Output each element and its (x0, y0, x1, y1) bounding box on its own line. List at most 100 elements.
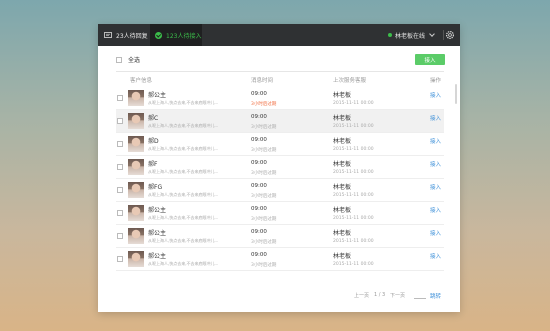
avatar (128, 136, 144, 152)
next-page-link[interactable]: 下一页 (390, 292, 405, 299)
message-time: 09:00 (251, 160, 267, 166)
avatar (128, 113, 144, 129)
avatar (128, 90, 144, 106)
message-time: 09:00 (251, 183, 267, 189)
last-agent-name: 林老板 (333, 184, 352, 191)
customer-name: 郝公主 (148, 92, 167, 99)
accept-link[interactable]: 接入 (430, 91, 441, 99)
customer-name: 郝F (148, 161, 158, 168)
last-agent-time: 2015-11-11 00:00 (333, 239, 374, 244)
expire-notice: 3小时后过期 (251, 263, 277, 268)
chevron-down-icon (429, 31, 435, 37)
table-row[interactable]: 郝C 从呢上海人,快点去来,不去来底眼冲儿... 09:00 3小时后过期 林老… (116, 110, 444, 133)
customer-name: 郝公主 (148, 207, 167, 214)
expire-notice: 3小时后过期 (251, 217, 277, 222)
last-agent-name: 林老板 (333, 207, 352, 214)
scrollbar[interactable] (455, 84, 457, 104)
expire-notice: 3小时后过期 (251, 194, 277, 199)
top-bar: 23人待回复 123人待接入 林老板在线 (98, 24, 460, 46)
message-time: 09:00 (251, 229, 267, 235)
tab-access-label: 123人待接入 (166, 32, 202, 40)
last-agent-time: 2015-11-11 00:00 (333, 101, 374, 106)
row-checkbox[interactable] (117, 233, 123, 239)
table-row[interactable]: 郝D 从呢上海人,快点去来,不去来底眼冲儿... 09:00 3小时后过期 林老… (116, 133, 444, 156)
row-checkbox[interactable] (117, 118, 123, 124)
jump-button[interactable]: 跳转 (430, 292, 441, 300)
agent-status-dropdown[interactable]: 林老板在线 (387, 24, 435, 46)
customer-message: 从呢上海人,快点去来,不去来底眼冲儿... (148, 238, 219, 243)
last-agent-name: 林老板 (333, 115, 352, 122)
agent-status-label: 林老板在线 (394, 32, 425, 40)
accept-link[interactable]: 接入 (430, 137, 441, 145)
expire-notice: 3小时后过期 (251, 102, 277, 107)
expire-notice: 3小时后过期 (251, 125, 277, 130)
last-agent-time: 2015-11-11 00:00 (333, 262, 374, 267)
online-dot-icon (387, 33, 392, 37)
message-time: 09:00 (251, 91, 267, 97)
accept-link[interactable]: 接入 (430, 183, 441, 191)
table-row[interactable]: 郝公主 从呢上海人,快点去来,不去来底眼冲儿... 09:00 3小时后过期 林… (116, 248, 444, 271)
select-all-label: 全选 (128, 57, 141, 64)
expire-notice: 3小时后过期 (251, 171, 277, 176)
select-all-checkbox[interactable] (116, 56, 122, 63)
row-checkbox[interactable] (117, 256, 123, 262)
message-time: 09:00 (251, 206, 267, 212)
customer-message: 从呢上海人,快点去来,不去来底眼冲儿... (148, 123, 219, 128)
avatar (128, 251, 144, 267)
last-agent-name: 林老板 (333, 92, 352, 99)
avatar (128, 228, 144, 244)
page-jump-input[interactable] (414, 298, 426, 299)
chat-icon (104, 31, 112, 38)
customer-name: 郝D (148, 138, 159, 145)
row-checkbox[interactable] (117, 210, 123, 216)
last-agent-time: 2015-11-11 00:00 (333, 147, 374, 152)
tab-waiting-reply[interactable]: 23人待回复 (104, 24, 148, 46)
last-agent-name: 林老板 (333, 230, 352, 237)
header-customer-info: 客户信息 (130, 78, 153, 84)
divider (443, 30, 444, 40)
table-row[interactable]: 郝公主 从呢上海人,快点去来,不去来底眼冲儿... 09:00 3小时后过期 林… (116, 202, 444, 225)
message-time: 09:00 (251, 252, 267, 258)
message-time: 09:00 (251, 114, 267, 120)
header-action: 操作 (430, 78, 442, 84)
accept-link[interactable]: 接入 (430, 114, 441, 122)
row-checkbox[interactable] (117, 164, 123, 170)
row-checkbox[interactable] (117, 141, 123, 147)
customer-name: 郝公主 (148, 230, 167, 237)
table-row[interactable]: 郝公主 从呢上海人,快点去来,不去来底眼冲儿... 09:00 3小时后过期 林… (116, 87, 444, 110)
accept-link[interactable]: 接入 (430, 206, 441, 214)
table-row[interactable]: 郝FG 从呢上海人,快点去来,不去来底眼冲儿... 09:00 3小时后过期 林… (116, 179, 444, 202)
last-agent-time: 2015-11-11 00:00 (333, 216, 374, 221)
accept-link[interactable]: 接入 (430, 229, 441, 237)
table-row[interactable]: 郝F 从呢上海人,快点去来,不去来底眼冲儿... 09:00 3小时后过期 林老… (116, 156, 444, 179)
accept-link[interactable]: 接入 (430, 252, 441, 260)
page-indicator: 1 / 3 (374, 292, 386, 298)
last-agent-name: 林老板 (333, 253, 352, 260)
check-circle-icon (155, 31, 162, 39)
queue-panel: 23人待回复 123人待接入 林老板在线 全选 接入 客户信息 消息时间 上次服… (98, 24, 460, 312)
customer-name: 郝FG (148, 184, 163, 191)
customer-message: 从呢上海人,快点去来,不去来底眼冲儿... (148, 261, 219, 266)
customer-message: 从呢上海人,快点去来,不去来底眼冲儿... (148, 100, 219, 105)
expire-notice: 3小时后过期 (251, 240, 277, 245)
row-checkbox[interactable] (117, 95, 123, 101)
customer-message: 从呢上海人,快点去来,不去来底眼冲儿... (148, 146, 219, 151)
message-time: 09:00 (251, 137, 267, 143)
select-all[interactable]: 全选 (116, 55, 140, 64)
last-agent-time: 2015-11-11 00:00 (333, 124, 374, 129)
tab-waiting-access[interactable]: 123人待接入 (150, 24, 202, 46)
row-checkbox[interactable] (117, 187, 123, 193)
table-row[interactable]: 郝公主 从呢上海人,快点去来,不去来底眼冲儿... 09:00 3小时后过期 林… (116, 225, 444, 248)
accept-all-button[interactable]: 接入 (415, 54, 445, 65)
last-agent-name: 林老板 (333, 138, 352, 145)
customer-message: 从呢上海人,快点去来,不去来底眼冲儿... (148, 215, 219, 220)
last-agent-time: 2015-11-11 00:00 (333, 170, 374, 175)
prev-page-link[interactable]: 上一页 (354, 292, 369, 299)
header-message-time: 消息时间 (251, 78, 274, 84)
accept-link[interactable]: 接入 (430, 160, 441, 168)
gear-icon[interactable] (445, 30, 455, 40)
customer-message: 从呢上海人,快点去来,不去来底眼冲儿... (148, 192, 219, 197)
tab-waiting-label: 23人待回复 (116, 32, 148, 40)
last-agent-name: 林老板 (333, 161, 352, 168)
divider (116, 71, 444, 72)
